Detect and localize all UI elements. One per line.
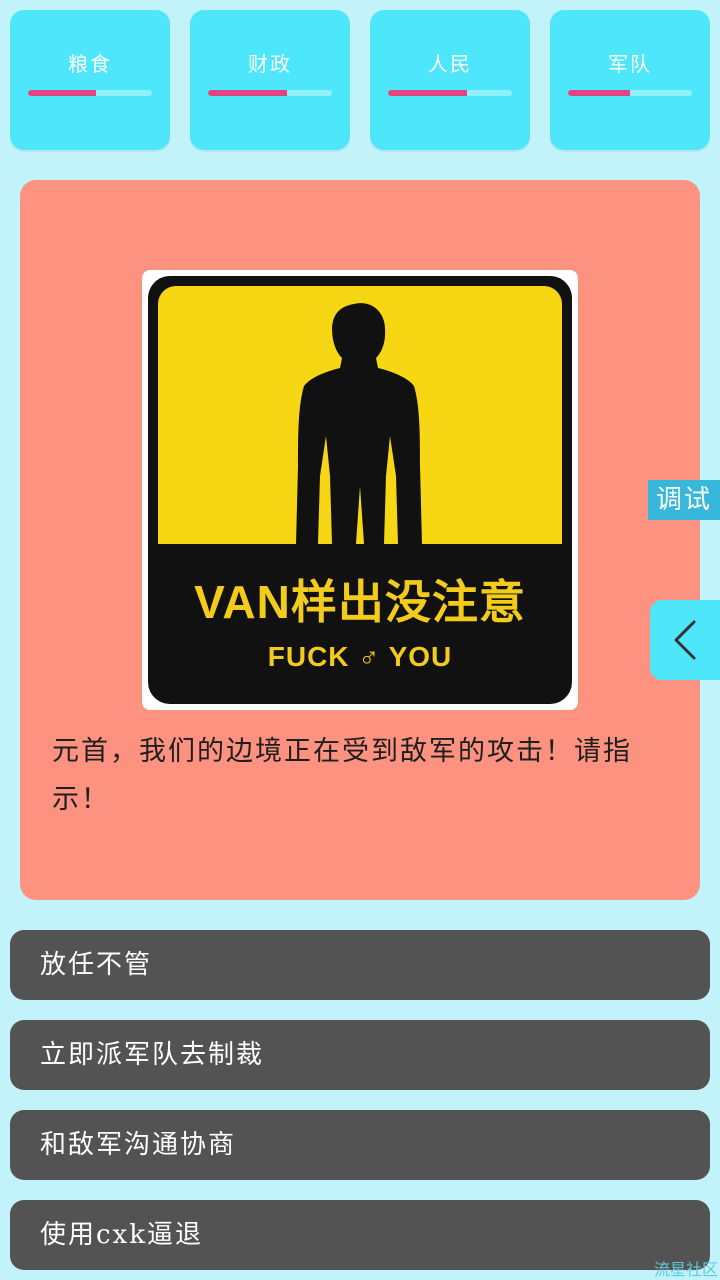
man-silhouette-icon: [296, 303, 422, 544]
choice-negotiate-button[interactable]: 和敌军沟通协商: [10, 1110, 710, 1180]
stat-card-people[interactable]: 人民: [370, 10, 530, 150]
sign-figure-panel: [158, 286, 562, 544]
warning-sign: VAN样出没注意 FUCK ♂ YOU: [148, 276, 572, 704]
stat-fill-army: [568, 90, 630, 96]
choice-ignore-button[interactable]: 放任不管: [10, 930, 710, 1000]
stat-label-food: 粮食: [68, 52, 112, 76]
event-card: VAN样出没注意 FUCK ♂ YOU 元首，我们的边境正在受到敌军的攻击！请指…: [20, 180, 700, 900]
stat-card-finance[interactable]: 财政: [190, 10, 350, 150]
sign-title: VAN样出没注意: [194, 576, 526, 628]
stat-label-people: 人民: [428, 52, 472, 76]
stat-bar-people: [388, 90, 512, 96]
debug-button[interactable]: 调试: [648, 480, 720, 520]
event-message: 元首，我们的边境正在受到敌军的攻击！请指示！: [52, 736, 632, 815]
choice-cxk-button[interactable]: 使用cxk逼退: [10, 1200, 710, 1270]
stat-label-army: 军队: [608, 52, 652, 76]
stat-bar-finance: [208, 90, 332, 96]
stat-label-finance: 财政: [248, 52, 292, 76]
chevron-left-icon: [674, 620, 696, 660]
stat-bar-army: [568, 90, 692, 96]
side-panel-toggle[interactable]: [650, 600, 720, 680]
choice-send-army-button[interactable]: 立即派军队去制裁: [10, 1020, 710, 1090]
stat-bar-food: [28, 90, 152, 96]
event-image: VAN样出没注意 FUCK ♂ YOU: [142, 270, 578, 710]
watermark: 流星社区: [653, 1260, 718, 1279]
stat-card-food[interactable]: 粮食: [10, 10, 170, 150]
stat-fill-food: [28, 90, 97, 96]
stats-bar: 粮食 财政 人民 军队: [10, 10, 710, 150]
stat-fill-people: [388, 90, 468, 96]
stat-fill-finance: [208, 90, 288, 96]
stat-card-army[interactable]: 军队: [550, 10, 710, 150]
sign-subtitle: FUCK ♂ YOU: [267, 641, 453, 672]
